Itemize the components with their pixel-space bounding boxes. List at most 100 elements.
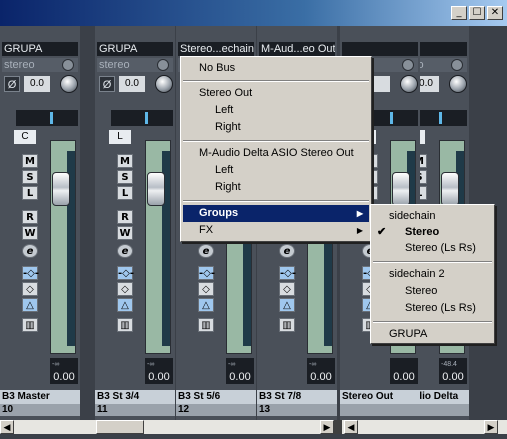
volume-display[interactable]: -∞ 0.00 [307,358,335,384]
fader-handle[interactable] [441,172,459,206]
strip-button-e[interactable]: e [279,244,295,258]
strip-button-m[interactable]: M [117,154,133,168]
strip-footer-name[interactable]: B3 St 3/4 [95,390,175,404]
menu-item-groups[interactable]: Groups ▶ [183,205,369,222]
channel-strip: GRUPA stereo Ø 0.0 C M S L R We -◇- ◇ △ ▥ -∞ 0.00 B3 … [0,26,80,426]
scroll-left-button[interactable]: ◀ [0,420,14,434]
eq-icon[interactable]: ◇ [117,282,133,296]
send-icon[interactable]: △ [279,298,295,312]
strip-type[interactable]: stereo [97,58,173,72]
menu-item-stereo-out[interactable]: Stereo Out [183,85,369,102]
gain-knob[interactable] [60,75,78,93]
strip-name[interactable]: GRUPA [97,42,173,56]
strip-footer-name[interactable]: B3 St 5/6 [176,390,256,404]
groups-submenu: sidechain ✔ Stereo Stereo (Ls Rs) sidech… [370,204,495,344]
fader-handle[interactable] [147,172,165,206]
input-knob-icon[interactable] [157,59,169,71]
strip-number: 10 [0,404,80,416]
eq-icon[interactable]: ◇ [198,282,214,296]
strip-name[interactable] [342,42,418,56]
gain-value[interactable]: 0.0 [119,76,145,92]
strip-button-r[interactable]: R [22,210,38,224]
pan-value[interactable]: C [14,130,36,144]
fader-handle[interactable] [392,172,410,206]
scroll-left-button-2[interactable]: ◀ [344,420,358,434]
send-icon[interactable]: △ [117,298,133,312]
strip-footer-name[interactable]: B3 Master [0,390,80,404]
strip-footer-name[interactable]: B3 St 7/8 [257,390,337,404]
menu-item-stereo-out-right[interactable]: Right [183,119,369,136]
strip-button-w[interactable]: W [22,226,38,240]
strip-button-l[interactable]: L [22,186,38,200]
strip-button-e[interactable]: e [117,244,133,258]
strip-button-e[interactable]: e [22,244,38,258]
fader-handle[interactable] [52,172,70,206]
submenu-header-sidechain2[interactable]: sidechain 2 [373,266,492,283]
keyboard-icon[interactable]: ▥ [198,318,214,332]
gain-knob[interactable] [400,75,418,93]
strip-button-e[interactable]: e [198,244,214,258]
insert-icon[interactable]: -◇- [279,266,296,280]
pan-value[interactable]: L [109,130,131,144]
submenu-item-sidechain2-stereo[interactable]: Stereo [373,283,492,300]
strip-button-w[interactable]: W [117,226,133,240]
maximize-button[interactable]: ☐ [469,6,485,20]
send-icon[interactable]: △ [22,298,38,312]
volume-display[interactable]: -48.4 0.00 [439,358,467,384]
eq-icon[interactable]: ◇ [22,282,38,296]
scroll-thumb[interactable] [96,420,144,434]
strip-footer-name[interactable]: Stereo Out [340,390,420,404]
gain-knob[interactable] [155,75,173,93]
close-button[interactable]: ✕ [487,6,503,20]
gain-knob[interactable] [449,75,467,93]
pan-marker [390,112,393,124]
insert-icon[interactable]: -◇- [22,266,39,280]
input-knob-icon[interactable] [451,59,463,71]
menu-item-fx[interactable]: FX ▶ [183,222,369,239]
volume-display[interactable]: 0.00 [390,358,418,384]
scroll-right-button-2[interactable]: ▶ [484,420,498,434]
insert-icon[interactable]: -◇- [117,266,134,280]
strip-number: 12 [176,404,256,416]
volume-value: 0.00 [393,371,415,383]
send-icon[interactable]: △ [198,298,214,312]
insert-icon[interactable]: -◇- [198,266,215,280]
menu-separator [373,321,492,323]
menu-item-maudio-left[interactable]: Left [183,162,369,179]
gain-value[interactable]: 0.0 [24,76,50,92]
submenu-item-sidechain-lsrs[interactable]: Stereo (Ls Rs) [373,240,492,257]
volume-display[interactable]: -∞ 0.00 [50,358,78,384]
keyboard-icon[interactable]: ▥ [22,318,38,332]
eq-icon[interactable]: ◇ [279,282,295,296]
submenu-item-sidechain2-lsrs[interactable]: Stereo (Ls Rs) [373,300,492,317]
checkmark-icon: ✔ [377,226,387,238]
submenu-item-grupa[interactable]: GRUPA [373,326,492,343]
keyboard-icon[interactable]: ▥ [279,318,295,332]
phase-icon[interactable]: Ø [4,76,20,92]
menu-item-no-bus[interactable]: No Bus [183,60,369,77]
horizontal-scrollbar[interactable]: ◀ ▶ ◀ ▶ [0,420,507,434]
strip-name[interactable]: M-Aud...eo Out [259,42,335,56]
strip-button-l[interactable]: L [117,186,133,200]
volume-display[interactable]: -∞ 0.00 [145,358,173,384]
strip-type[interactable]: stereo [2,58,78,72]
strip-button-r[interactable]: R [117,210,133,224]
strip-button-m[interactable]: M [22,154,38,168]
submenu-header-sidechain[interactable]: sidechain [373,208,492,225]
submenu-item-sidechain-stereo[interactable]: ✔ Stereo [373,224,492,241]
menu-item-maudio-right[interactable]: Right [183,179,369,196]
strip-name[interactable]: Stereo...echain [178,42,254,56]
menu-item-maudio-out[interactable]: M-Audio Delta ASIO Stereo Out [183,145,369,162]
phase-icon[interactable]: Ø [99,76,115,92]
keyboard-icon[interactable]: ▥ [117,318,133,332]
menu-item-stereo-out-left[interactable]: Left [183,102,369,119]
input-knob-icon[interactable] [402,59,414,71]
strip-name[interactable]: GRUPA [2,42,78,56]
strip-button-s[interactable]: S [22,170,38,184]
volume-display[interactable]: -∞ 0.00 [226,358,254,384]
minimize-button[interactable]: _ [451,6,467,20]
scroll-right-button[interactable]: ▶ [320,420,334,434]
input-knob-icon[interactable] [62,59,74,71]
strip-button-s[interactable]: S [117,170,133,184]
scroll-divider [334,420,342,434]
